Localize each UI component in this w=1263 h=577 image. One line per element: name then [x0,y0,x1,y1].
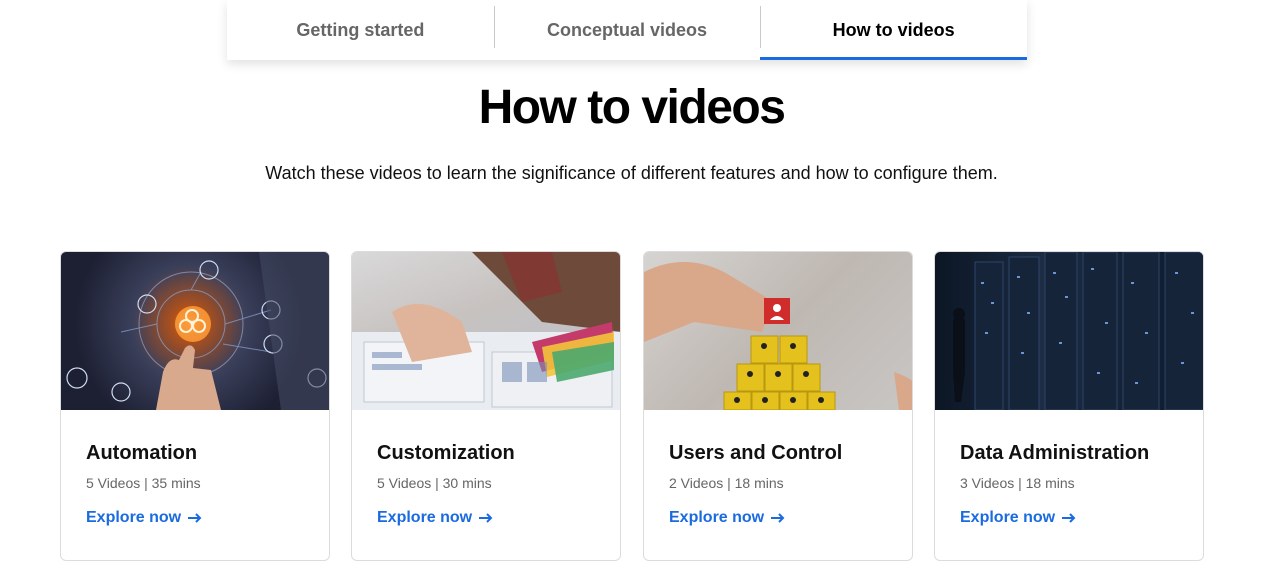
arrow-right-icon [1062,513,1076,523]
card-image-customization [352,252,620,410]
tab-bar: Getting started Conceptual videos How to… [227,0,1027,60]
explore-now-link[interactable]: Explore now [377,509,494,527]
tab-how-to-videos[interactable]: How to videos [760,0,1027,60]
card-image-users-and-control [644,252,912,410]
card-meta: 5 Videos | 30 mins [377,475,492,491]
explore-now-label: Explore now [86,509,182,526]
explore-now-label: Explore now [377,509,473,526]
card-meta: 5 Videos | 35 mins [86,475,201,491]
page-subtitle: Watch these videos to learn the signific… [265,163,998,183]
explore-now-link[interactable]: Explore now [960,509,1077,527]
card-image-automation [61,252,329,410]
card-image-data-administration [935,252,1203,410]
card-users-and-control[interactable]: Users and Control 2 Videos | 18 mins Exp… [643,251,913,561]
card-meta: 3 Videos | 18 mins [960,475,1075,491]
tab-getting-started[interactable]: Getting started [227,0,494,60]
explore-now-link[interactable]: Explore now [669,509,786,527]
card-data-administration[interactable]: Data Administration 3 Videos | 18 mins E… [934,251,1204,561]
card-title: Automation [86,442,198,464]
card-title: Customization [377,442,515,464]
page-title: How to videos [478,81,786,134]
card-title: Data Administration [960,442,1150,464]
explore-now-label: Explore now [669,509,765,526]
card-automation[interactable]: Automation 5 Videos | 35 mins Explore no… [60,251,330,561]
arrow-right-icon [188,513,202,523]
card-meta: 2 Videos | 18 mins [669,475,784,491]
tab-conceptual-videos[interactable]: Conceptual videos [493,0,761,60]
arrow-right-icon [771,513,785,523]
arrow-right-icon [479,513,493,523]
explore-now-link[interactable]: Explore now [86,509,203,527]
card-customization[interactable]: Customization 5 Videos | 30 mins Explore… [351,251,621,561]
card-title: Users and Control [669,442,843,464]
explore-now-label: Explore now [960,509,1056,526]
